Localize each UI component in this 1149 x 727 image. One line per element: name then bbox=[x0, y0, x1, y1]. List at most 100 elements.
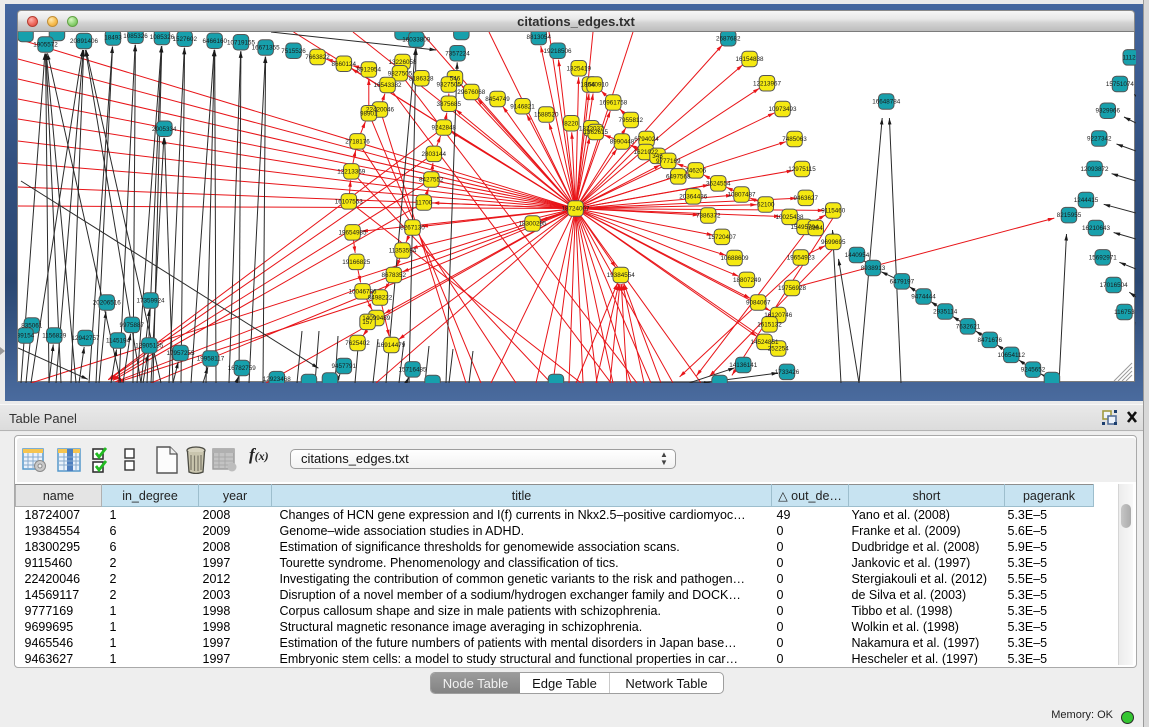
svg-text:2687682: 2687682 bbox=[716, 35, 741, 42]
svg-text:19384554: 19384554 bbox=[607, 272, 636, 279]
svg-text:1085326: 1085326 bbox=[150, 34, 175, 41]
svg-text:7632621: 7632621 bbox=[956, 323, 981, 330]
svg-text:8215955: 8215955 bbox=[1057, 212, 1082, 219]
svg-text:16154838: 16154838 bbox=[735, 56, 764, 63]
svg-text:8498222: 8498222 bbox=[368, 295, 393, 302]
svg-text:1588520: 1588520 bbox=[534, 112, 559, 119]
svg-text:15720407: 15720407 bbox=[708, 234, 737, 241]
svg-text:12213967: 12213967 bbox=[753, 80, 782, 87]
svg-text:8912954: 8912954 bbox=[357, 67, 382, 74]
svg-text:9329966: 9329966 bbox=[1096, 108, 1121, 115]
svg-text:12093872: 12093872 bbox=[1080, 166, 1109, 173]
svg-text:6479197: 6479197 bbox=[890, 278, 915, 285]
svg-text:1362615: 1362615 bbox=[584, 129, 609, 136]
svg-text:1156829: 1156829 bbox=[42, 333, 67, 340]
svg-text:19958117: 19958117 bbox=[197, 356, 225, 363]
svg-text:9827505: 9827505 bbox=[388, 70, 413, 77]
svg-text:18300295: 18300295 bbox=[518, 221, 547, 228]
svg-text:20206516: 20206516 bbox=[93, 300, 122, 307]
svg-text:6794024: 6794024 bbox=[634, 136, 659, 143]
svg-text:12975115: 12975115 bbox=[788, 166, 816, 173]
svg-text:16782759: 16782759 bbox=[228, 365, 257, 372]
svg-text:13226058: 13226058 bbox=[388, 59, 417, 66]
svg-text:9457791: 9457791 bbox=[332, 363, 357, 370]
svg-text:12213369: 12213369 bbox=[337, 168, 366, 175]
svg-text:8304: 8304 bbox=[809, 225, 824, 232]
svg-text:10025438: 10025438 bbox=[775, 214, 804, 221]
svg-text:9245652: 9245652 bbox=[1021, 367, 1046, 374]
svg-text:9146821: 9146821 bbox=[510, 103, 535, 110]
svg-text:18493: 18493 bbox=[104, 35, 122, 42]
svg-text:18640910: 18640910 bbox=[580, 82, 609, 89]
svg-text:8427552: 8427552 bbox=[419, 177, 444, 184]
svg-text:12942757: 12942757 bbox=[71, 335, 100, 342]
svg-text:8938913: 8938913 bbox=[861, 265, 886, 272]
svg-text:2005334: 2005334 bbox=[152, 126, 177, 133]
svg-text:15716485: 15716485 bbox=[398, 366, 427, 373]
svg-text:39154: 39154 bbox=[18, 333, 35, 340]
svg-text:7386372: 7386372 bbox=[696, 213, 721, 220]
svg-text:7357224: 7357224 bbox=[445, 50, 470, 57]
svg-text:14136141: 14136141 bbox=[729, 362, 758, 369]
svg-text:1733426: 1733426 bbox=[775, 369, 800, 376]
svg-text:19166825: 19166825 bbox=[342, 259, 371, 266]
svg-text:8660124: 8660124 bbox=[332, 61, 357, 68]
svg-text:1440954: 1440954 bbox=[845, 252, 870, 259]
svg-text:29676068: 29676068 bbox=[457, 89, 486, 96]
svg-text:7625402: 7625402 bbox=[345, 340, 370, 347]
svg-text:20364436: 20364436 bbox=[679, 193, 708, 200]
svg-text:1905572: 1905572 bbox=[33, 42, 58, 49]
svg-text:9474444: 9474444 bbox=[911, 294, 936, 301]
svg-text:3875685: 3875685 bbox=[437, 101, 462, 108]
svg-text:11700: 11700 bbox=[415, 200, 433, 207]
svg-text:12905135: 12905135 bbox=[135, 343, 164, 350]
svg-text:16671355: 16671355 bbox=[252, 45, 281, 52]
svg-text:2718176: 2718176 bbox=[345, 138, 370, 145]
svg-text:9227342: 9227342 bbox=[1087, 136, 1112, 143]
svg-text:18807249: 18807249 bbox=[733, 277, 762, 284]
svg-text:12923468: 12923468 bbox=[263, 376, 292, 383]
svg-text:11353594: 11353594 bbox=[389, 248, 417, 255]
svg-text:17359924: 17359924 bbox=[136, 298, 165, 305]
svg-text:16961758: 16961758 bbox=[599, 100, 628, 107]
svg-text:1325419: 1325419 bbox=[567, 65, 592, 72]
svg-text:10973493: 10973493 bbox=[768, 106, 797, 113]
svg-text:62100: 62100 bbox=[757, 202, 775, 209]
svg-text:7485063: 7485063 bbox=[782, 136, 807, 143]
svg-text:16914479: 16914479 bbox=[377, 342, 406, 349]
svg-text:16033809: 16033809 bbox=[402, 37, 431, 44]
svg-text:1527602: 1527602 bbox=[172, 36, 197, 43]
svg-text:11123: 11123 bbox=[1123, 54, 1136, 61]
svg-text:98901: 98901 bbox=[360, 110, 378, 117]
svg-text:17957255: 17957255 bbox=[166, 350, 195, 357]
svg-text:10807487: 10807487 bbox=[727, 192, 756, 199]
svg-text:19654985: 19654985 bbox=[338, 229, 367, 236]
svg-text:9699695: 9699695 bbox=[821, 239, 846, 246]
svg-text:7955812: 7955812 bbox=[619, 117, 644, 124]
svg-text:9463627: 9463627 bbox=[794, 195, 819, 202]
svg-text:8471676: 8471676 bbox=[977, 337, 1002, 344]
svg-text:3624554: 3624554 bbox=[706, 180, 731, 187]
svg-text:15692971: 15692971 bbox=[1089, 254, 1118, 261]
svg-text:15751074: 15751074 bbox=[1106, 81, 1135, 88]
svg-text:9084067: 9084067 bbox=[746, 300, 771, 307]
svg-text:16120746: 16120746 bbox=[764, 312, 793, 319]
svg-text:16107553: 16107553 bbox=[335, 198, 364, 205]
svg-text:9115460: 9115460 bbox=[821, 208, 846, 215]
svg-text:9777169: 9777169 bbox=[656, 158, 681, 165]
svg-text:6466160: 6466160 bbox=[202, 38, 227, 45]
svg-text:17016504: 17016504 bbox=[1100, 282, 1129, 289]
svg-text:1244415: 1244415 bbox=[1074, 197, 1099, 204]
svg-text:2803144: 2803144 bbox=[422, 151, 447, 158]
svg-text:8678352: 8678352 bbox=[382, 272, 407, 279]
svg-text:9242848: 9242848 bbox=[432, 125, 457, 132]
svg-text:8813054: 8813054 bbox=[527, 34, 552, 41]
svg-text:19218506: 19218506 bbox=[543, 48, 572, 55]
svg-text:252254: 252254 bbox=[768, 346, 790, 353]
svg-text:1615132: 1615132 bbox=[757, 321, 782, 328]
svg-text:6497568: 6497568 bbox=[666, 173, 691, 180]
svg-text:16210643: 16210643 bbox=[1082, 225, 1111, 232]
svg-text:7515526: 7515526 bbox=[281, 48, 306, 55]
svg-text:835061: 835061 bbox=[21, 323, 43, 330]
svg-text:1085326: 1085326 bbox=[123, 33, 148, 40]
